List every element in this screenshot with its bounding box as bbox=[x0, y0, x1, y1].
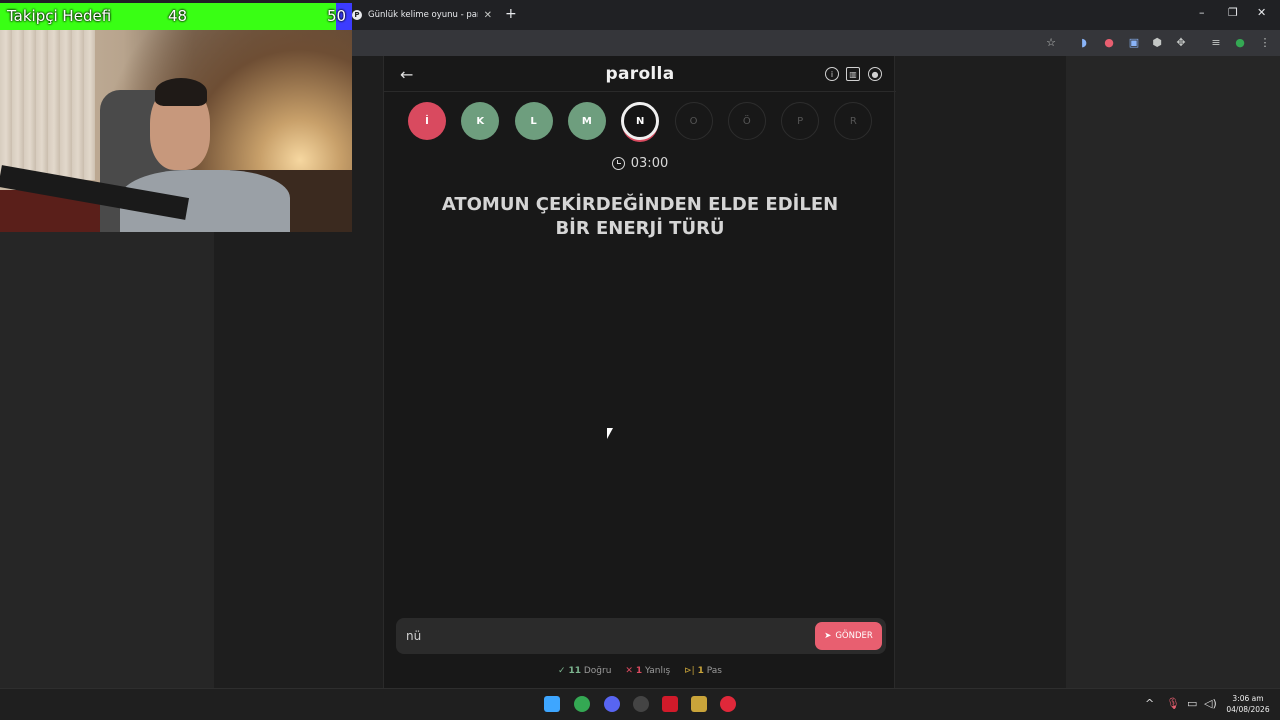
skip-icon: ⊳| bbox=[684, 666, 695, 676]
extension-icon[interactable]: ● bbox=[1102, 35, 1116, 49]
media-icon[interactable]: ≡ bbox=[1209, 35, 1223, 49]
pass-stat: ⊳| 1 Pas bbox=[684, 666, 722, 676]
page-right-column bbox=[895, 56, 1066, 688]
pass-label: Pas bbox=[706, 666, 722, 676]
volume-icon[interactable]: ◁) bbox=[1204, 697, 1217, 710]
question-line-2: BİR ENERJİ TÜRÜ bbox=[555, 218, 725, 239]
taskbar-date: 04/08/2026 bbox=[1226, 705, 1270, 714]
correct-count: 11 bbox=[568, 666, 581, 676]
minimize-button[interactable]: – bbox=[1199, 6, 1205, 19]
browser-tab[interactable]: P Günlük kelime oyunu - parolla ✕ bbox=[346, 2, 498, 28]
letter-bubble: P bbox=[781, 102, 820, 140]
follower-goal-target: 50 bbox=[327, 7, 347, 25]
letter-bubble: O bbox=[674, 102, 713, 140]
extension-icon[interactable]: ▣ bbox=[1127, 35, 1141, 49]
follower-goal-label: Takipçi Hedefi bbox=[7, 7, 112, 25]
parolla-app: ← parolla i ▥ ● İKLMNOÖPR 03:00 ATOMUN Ç… bbox=[383, 56, 896, 688]
correct-stat: ✓ 11 Doğru bbox=[558, 666, 611, 676]
close-window-button[interactable]: ✕ bbox=[1257, 6, 1266, 19]
page-right-gutter bbox=[1066, 56, 1280, 688]
letter-bubble: L bbox=[514, 102, 553, 140]
letter-bubble: İ bbox=[408, 102, 446, 140]
discord-icon[interactable] bbox=[604, 696, 620, 712]
tab-close-icon[interactable]: ✕ bbox=[484, 10, 492, 21]
letter-bubble: K bbox=[461, 102, 500, 140]
microphone-icon[interactable]: 🎙 bbox=[1166, 697, 1180, 710]
question-text: ATOMUN ÇEKİRDEĞİNDEN ELDE EDİLEN BİR ENE… bbox=[424, 193, 856, 241]
tray-chevron-icon[interactable]: ^ bbox=[1145, 697, 1154, 710]
answer-bar: ➤ GÖNDER bbox=[396, 618, 886, 654]
chrome-icon[interactable] bbox=[574, 696, 590, 712]
correct-label: Doğru bbox=[583, 666, 612, 676]
restore-button[interactable]: ❐ bbox=[1228, 6, 1238, 19]
game-icon[interactable] bbox=[691, 696, 707, 712]
windows-start-icon[interactable] bbox=[544, 696, 560, 712]
letter-wheel: İKLMNOÖPR bbox=[408, 102, 878, 142]
taskbar-time: 3:06 am bbox=[1232, 694, 1264, 703]
app-title: parolla bbox=[605, 64, 675, 84]
extensions-puzzle-icon[interactable]: ✥ bbox=[1174, 35, 1188, 49]
new-tab-button[interactable]: + bbox=[505, 6, 517, 22]
webcam-streamer-hair bbox=[155, 78, 207, 106]
letter-bubble: N bbox=[621, 102, 660, 140]
send-arrow-icon: ➤ bbox=[824, 631, 832, 641]
screen: P Günlük kelime oyunu - parolla ✕ + – ❐ … bbox=[0, 0, 1280, 720]
pass-count: 1 bbox=[697, 666, 704, 676]
bookmark-star-icon[interactable]: ☆ bbox=[1044, 35, 1058, 49]
send-label: GÖNDER bbox=[835, 631, 873, 641]
question-line-1: ATOMUN ÇEKİRDEĞİNDEN ELDE EDİLEN bbox=[441, 194, 839, 215]
webcam-curtain bbox=[0, 30, 95, 180]
lightning-app-icon[interactable] bbox=[720, 696, 736, 712]
score-stats: ✓ 11 Doğru ✕ 1 Yanlış ⊳| 1 Pas bbox=[384, 666, 896, 676]
letter-bubble: M bbox=[567, 102, 606, 140]
letter-bubble: Ö bbox=[727, 102, 766, 140]
follower-goal-current: 48 bbox=[168, 7, 188, 25]
app-header: ← parolla i ▥ ● bbox=[384, 56, 896, 92]
tab-title: Günlük kelime oyunu - parolla bbox=[368, 10, 478, 20]
extension-icon[interactable]: ◗ bbox=[1077, 35, 1091, 49]
app-icon[interactable] bbox=[662, 696, 678, 712]
wrong-count: 1 bbox=[635, 666, 643, 676]
webcam-feed bbox=[0, 30, 352, 232]
user-icon[interactable]: ● bbox=[868, 67, 882, 81]
timer: 03:00 bbox=[384, 156, 896, 171]
parolla-favicon-icon: P bbox=[352, 10, 362, 20]
obs-icon[interactable] bbox=[633, 696, 649, 712]
mouse-cursor-icon bbox=[607, 428, 613, 439]
wrong-stat: ✕ 1 Yanlış bbox=[625, 666, 670, 676]
network-icon[interactable]: ▭ bbox=[1187, 697, 1197, 710]
clock-icon bbox=[611, 157, 625, 170]
answer-input[interactable] bbox=[406, 626, 796, 646]
menu-kebab-icon[interactable]: ⋮ bbox=[1258, 35, 1272, 49]
stats-icon[interactable]: ▥ bbox=[846, 67, 860, 81]
taskbar-clock[interactable]: 3:06 am 04/08/2026 bbox=[1224, 693, 1272, 715]
follower-goal-bar: Takipçi Hedefi 48 50 bbox=[0, 3, 352, 30]
info-icon[interactable]: i bbox=[825, 67, 839, 81]
extension-icon[interactable]: ⬢ bbox=[1150, 35, 1164, 49]
profile-avatar-icon[interactable]: ● bbox=[1233, 35, 1247, 49]
wrong-label: Yanlış bbox=[644, 666, 671, 676]
timer-value: 03:00 bbox=[630, 156, 669, 171]
letter-bubble: R bbox=[834, 102, 873, 140]
cross-icon: ✕ bbox=[625, 666, 633, 676]
check-icon: ✓ bbox=[558, 666, 566, 676]
send-button[interactable]: ➤ GÖNDER bbox=[815, 622, 882, 650]
